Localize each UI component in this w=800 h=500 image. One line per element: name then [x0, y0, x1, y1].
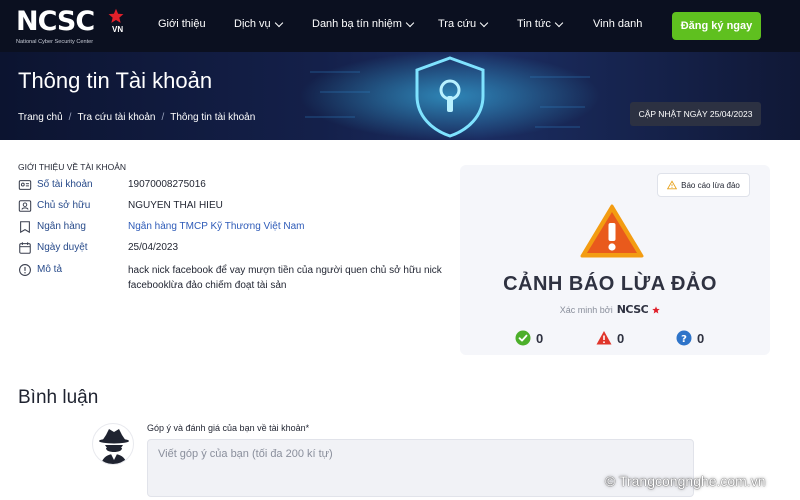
stat-confirmed: 0: [515, 330, 543, 346]
breadcrumb-separator: /: [161, 112, 165, 123]
bank-link[interactable]: Ngân hàng TMCP Kỹ Thương Việt Nam: [128, 221, 305, 232]
nav-item-label: Dịch vụ: [234, 18, 271, 30]
star-icon: [652, 305, 660, 313]
star-icon: [108, 8, 124, 23]
verified-by-label: Xác minh bởi: [559, 304, 613, 315]
stat-reports-count: 0: [617, 330, 625, 346]
logo-suffix: VN: [112, 25, 124, 34]
ncsc-mini-logo: NCSC: [616, 303, 649, 316]
field-label: Ngày duyệt: [37, 242, 88, 253]
approved-date-value: 25/04/2023: [128, 242, 179, 253]
stat-reports: 0: [596, 330, 624, 346]
nav-item-tin-tuc[interactable]: Tin tức: [517, 18, 564, 30]
nav-item-label: Danh bạ tín nhiệm: [312, 18, 402, 30]
question-circle-icon: ?: [676, 330, 692, 346]
chevron-down-icon: [479, 18, 489, 27]
report-scam-label: Báo cáo lừa đảo: [681, 180, 740, 190]
signup-button[interactable]: Đăng ký ngay: [672, 12, 761, 40]
user-icon: [18, 200, 32, 212]
avatar: [92, 423, 134, 465]
nav-item-danh-ba[interactable]: Danh bạ tín nhiệm: [312, 18, 415, 30]
page-title: Thông tin Tài khoản: [18, 68, 213, 93]
breadcrumb-current: Thông tin tài khoản: [170, 112, 256, 123]
alert-triangle-large-icon: [580, 204, 644, 258]
check-circle-icon: [515, 330, 531, 346]
account-section-title: Giới thiệu về tài khoản: [18, 162, 127, 172]
top-navbar: NCSC VN National Cyber Security Center G…: [0, 0, 800, 52]
shield-lock-illustration: [300, 52, 600, 140]
stat-questions-count: 0: [697, 330, 705, 346]
field-approved-date: Ngày duyệt 25/04/2023: [18, 242, 178, 255]
nav-item-gioi-thieu[interactable]: Giới thiệu: [158, 18, 206, 30]
nav-item-label: Vinh danh: [593, 18, 643, 30]
breadcrumb-separator: /: [68, 112, 72, 123]
account-number-value: 19070008275016: [128, 179, 206, 190]
scam-warning-card: Báo cáo lừa đảo CẢNH BÁO LỪA ĐẢO Xác min…: [460, 165, 770, 355]
warning-outline-icon: [667, 180, 678, 190]
id-card-icon: [18, 180, 32, 190]
scam-warning-title: CẢNH BÁO LỪA ĐẢO: [503, 273, 717, 295]
field-label: Mô tả: [37, 264, 63, 275]
comment-field-label: Góp ý và đánh giá của bạn về tài khoản*: [147, 423, 310, 433]
anonymous-user-icon: [99, 429, 129, 464]
nav-item-label: Tra cứu: [438, 18, 477, 30]
owner-value: NGUYEN THAI HIEU: [128, 200, 223, 211]
bank-icon: [20, 221, 30, 234]
breadcrumb-lookup[interactable]: Tra cứu tài khoản: [77, 112, 155, 123]
updated-date-badge: CẬP NHẬT NGÀY 25/04/2023: [630, 102, 761, 126]
stat-confirmed-count: 0: [536, 330, 544, 346]
field-bank: Ngân hàng Ngân hàng TMCP Kỹ Thương Việt …: [18, 221, 305, 234]
report-scam-button[interactable]: Báo cáo lừa đảo: [657, 173, 750, 197]
chevron-down-icon: [405, 18, 415, 27]
breadcrumb-home[interactable]: Trang chủ: [18, 112, 63, 123]
field-label: Số tài khoản: [37, 179, 93, 190]
nav-item-label: Giới thiệu: [158, 18, 206, 30]
nav-item-label: Tin tức: [517, 18, 551, 30]
page-hero: Thông tin Tài khoản Trang chủ / Tra cứu …: [0, 52, 800, 140]
chevron-down-icon: [274, 18, 283, 27]
nav-item-tra-cuu[interactable]: Tra cứu: [438, 18, 489, 30]
field-account-number: Số tài khoản 19070008275016: [18, 179, 206, 192]
field-label: Chủ sở hữu: [37, 200, 91, 211]
chevron-down-icon: [554, 18, 564, 27]
watermark: © Trangcongnghe.com.vn: [605, 473, 766, 489]
description-value: hack nick facebook để vay mượn tiền của …: [128, 265, 442, 291]
ncsc-logo[interactable]: NCSC VN National Cyber Security Center: [16, 8, 128, 48]
info-icon: [19, 264, 31, 276]
field-owner: Chủ sở hữu NGUYEN THAI HIEU: [18, 200, 223, 213]
comments-title: Bình luận: [18, 387, 99, 408]
field-label: Ngân hàng: [37, 221, 86, 232]
nav-item-dich-vu[interactable]: Dịch vụ: [234, 18, 283, 30]
breadcrumb: Trang chủ / Tra cứu tài khoản / Thông ti…: [18, 112, 255, 123]
calendar-icon: [19, 242, 31, 254]
svg-text:?: ?: [681, 334, 687, 345]
verified-by: Xác minh bởi NCSC: [460, 303, 760, 316]
alert-triangle-icon: [596, 331, 612, 345]
logo-subtitle: National Cyber Security Center: [16, 39, 94, 45]
nav-item-vinh-danh[interactable]: Vinh danh: [593, 18, 642, 30]
stat-questions: ? 0: [676, 330, 704, 346]
field-description: Mô tả hack nick facebook để vay mượn tiề…: [18, 264, 442, 291]
